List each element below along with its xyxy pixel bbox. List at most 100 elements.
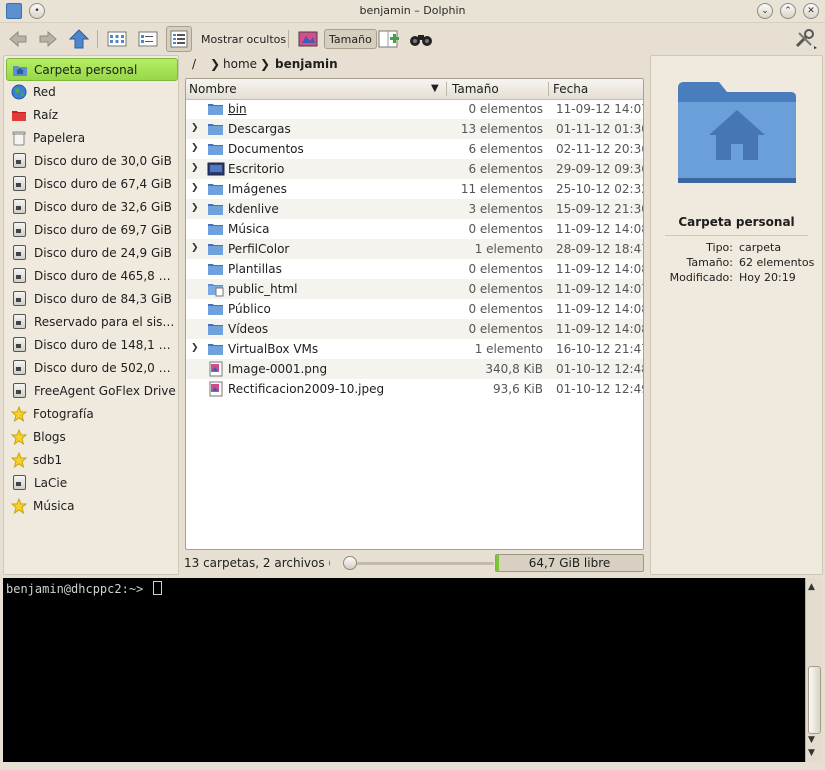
file-row[interactable]: Público 0 elementos 11-09-12 14:08 — [186, 299, 643, 319]
terminal-prompt-text: benjamin@dhcppc2:~> — [6, 582, 151, 596]
free-space-bar[interactable]: 64,7 GiB libre — [495, 554, 644, 572]
maximize-button[interactable]: ⌃ — [780, 3, 796, 19]
places-item[interactable]: Disco duro de 69,7 GiB — [6, 219, 176, 240]
hard-drive-icon — [13, 314, 26, 329]
places-item[interactable]: Disco duro de 32,6 GiB — [6, 196, 176, 217]
file-name: Documentos — [228, 142, 304, 156]
toolbar: Mostrar ocultos Tamaño — [0, 22, 825, 56]
places-item[interactable]: Papelera — [6, 127, 176, 148]
places-item[interactable]: Disco duro de 24,9 GiB — [6, 242, 176, 263]
trash-icon — [12, 131, 26, 145]
places-item[interactable]: FreeAgent GoFlex Drive — [6, 380, 176, 401]
zoom-slider-handle[interactable] — [343, 556, 357, 570]
icons-view-button[interactable] — [105, 27, 129, 51]
file-row[interactable]: public_html 0 elementos 11-09-12 14:07 — [186, 279, 643, 299]
expand-chevron-icon[interactable]: ❯ — [191, 203, 199, 213]
breadcrumb-root[interactable]: / — [192, 57, 196, 71]
places-item[interactable]: Red — [6, 81, 176, 102]
sort-chevron-down-icon[interactable]: ▼ — [431, 83, 439, 94]
column-date-header[interactable]: Fecha — [553, 82, 588, 96]
places-item[interactable]: Blogs — [6, 426, 176, 447]
file-row[interactable]: Rectificacion2009-10.jpeg 93,6 KiB 01-10-1… — [186, 379, 643, 399]
icons-view-icon — [107, 31, 127, 47]
sort-by-size-button[interactable]: Tamaño — [324, 29, 377, 49]
info-type-key: Tipo: — [706, 241, 733, 254]
places-item[interactable]: Raíz — [6, 104, 176, 125]
file-row[interactable]: Image-0001.png 340,8 KiB 01-10-12 12:48 — [186, 359, 643, 379]
breadcrumb-current[interactable]: benjamin — [275, 57, 338, 71]
places-item[interactable]: Disco duro de 30,0 GiB — [6, 150, 176, 171]
split-view-button[interactable] — [377, 27, 401, 51]
info-item-name: Carpeta personal — [678, 215, 795, 229]
places-item-label: Papelera — [33, 130, 86, 145]
back-button[interactable] — [6, 27, 30, 51]
terminal-scrollbar[interactable]: ▲ ▼ ▼ — [805, 578, 822, 762]
info-modified-value: Hoy 20:19 — [739, 271, 796, 284]
file-list-view[interactable]: Nombre ▼ Tamaño Fecha bin 0 elementos 11-0… — [185, 78, 644, 550]
places-item[interactable]: Disco duro de 148,1 GiB — [6, 334, 176, 355]
file-date: 25-10-12 02:32 — [556, 182, 644, 196]
column-size-header[interactable]: Tamaño — [452, 82, 499, 96]
details-view-button[interactable] — [166, 26, 192, 52]
file-date: 02-11-12 20:36 — [556, 142, 644, 156]
file-row[interactable]: ❯ Documentos 6 elementos 02-11-12 20:36 — [186, 139, 643, 159]
find-button[interactable] — [408, 27, 434, 51]
file-date: 15-09-12 21:30 — [556, 202, 644, 216]
file-row[interactable]: bin 0 elementos 11-09-12 14:07 — [186, 99, 643, 119]
file-row[interactable]: ❯ kdenlive 3 elementos 15-09-12 21:30 — [186, 199, 643, 219]
minimize-button[interactable]: ⌄ — [757, 3, 773, 19]
up-button[interactable] — [67, 27, 91, 51]
column-name-header[interactable]: Nombre — [189, 82, 237, 96]
forward-button[interactable] — [36, 27, 60, 51]
expand-chevron-icon[interactable]: ❯ — [191, 183, 199, 193]
file-row[interactable]: Plantillas 0 elementos 11-09-12 14:08 — [186, 259, 643, 279]
file-row[interactable]: ❯ Escritorio 6 elementos 29-09-12 09:36 — [186, 159, 643, 179]
expand-chevron-icon[interactable]: ❯ — [191, 163, 199, 173]
places-item[interactable]: Disco duro de 465,8 GiB — [6, 265, 176, 286]
breadcrumb-home[interactable]: home — [223, 57, 257, 71]
file-row[interactable]: ❯ Imágenes 11 elementos 25-10-12 02:32 — [186, 179, 643, 199]
close-button[interactable]: ✕ — [803, 3, 819, 19]
root-folder-icon — [12, 110, 26, 121]
title-bar[interactable]: • benjamin – Dolphin ⌄ ⌃ ✕ — [0, 0, 825, 23]
scroll-down-icon[interactable]: ▼ — [808, 735, 815, 745]
expand-chevron-icon[interactable]: ❯ — [191, 243, 199, 253]
file-row[interactable]: Música 0 elementos 11-09-12 14:08 — [186, 219, 643, 239]
file-row[interactable]: ❯ PerfilColor 1 elemento 28-09-12 18:47 — [186, 239, 643, 259]
folder-icon — [208, 264, 223, 275]
scroll-down-icon[interactable]: ▼ — [808, 748, 815, 758]
places-item-label: LaCie — [34, 475, 68, 490]
places-item[interactable]: LaCie — [6, 472, 176, 493]
file-row[interactable]: ❯ Descargas 13 elementos 01-11-12 01:30 — [186, 119, 643, 139]
expand-chevron-icon[interactable]: ❯ — [191, 123, 199, 133]
scrollbar-handle[interactable] — [808, 666, 821, 734]
scroll-up-icon[interactable]: ▲ — [808, 582, 815, 592]
zoom-slider-track[interactable] — [344, 562, 494, 565]
file-row[interactable]: ❯ VirtualBox VMs 1 elemento 16-10-12 21:47 — [186, 339, 643, 359]
places-item-label: Reservado para el sistema — [34, 314, 176, 329]
image-file-icon — [209, 381, 223, 397]
show-hidden-button[interactable]: Mostrar ocultos — [197, 27, 290, 51]
terminal-panel[interactable]: benjamin@dhcppc2:~> — [3, 578, 805, 762]
places-item[interactable]: Disco duro de 84,3 GiB — [6, 288, 176, 309]
star-icon — [11, 451, 27, 468]
places-item[interactable]: sdb1 — [6, 449, 176, 470]
preview-button[interactable] — [296, 27, 320, 51]
places-item[interactable]: Disco duro de 67,4 GiB — [6, 173, 176, 194]
terminal-prompt[interactable]: benjamin@dhcppc2:~> — [6, 581, 162, 596]
expand-chevron-icon[interactable]: ❯ — [191, 343, 199, 353]
places-item[interactable]: Música — [6, 495, 176, 516]
file-row[interactable]: Vídeos 0 elementos 11-09-12 14:08 — [186, 319, 643, 339]
hard-drive-icon — [13, 199, 26, 214]
places-item[interactable]: Fotografía — [6, 403, 176, 424]
configure-button[interactable] — [792, 27, 822, 51]
file-date: 11-09-12 14:08 — [556, 262, 644, 276]
places-item[interactable]: Disco duro de 502,0 MiB — [6, 357, 176, 378]
file-size: 0 elementos — [468, 282, 543, 296]
file-name: Público — [228, 302, 271, 316]
places-item[interactable]: Carpeta personal — [6, 58, 178, 81]
expand-chevron-icon[interactable]: ❯ — [191, 143, 199, 153]
places-item[interactable]: Reservado para el sistema — [6, 311, 176, 332]
compact-view-button[interactable] — [136, 27, 160, 51]
terminal-cursor — [152, 581, 162, 595]
